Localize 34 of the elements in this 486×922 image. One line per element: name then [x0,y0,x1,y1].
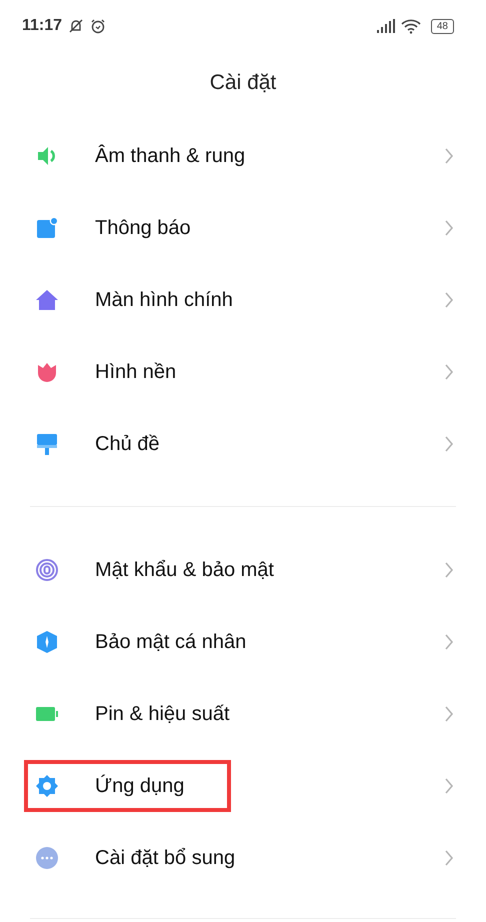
settings-item[interactable]: Bảo mật cá nhân [0,606,486,678]
shield-icon [35,630,59,654]
notification-icon [35,216,59,240]
status-time: 11:17 [22,17,62,35]
chevron-right-icon [444,291,454,309]
chevron-right-icon [444,633,454,651]
muted-bell-icon [68,18,84,34]
settings-item[interactable]: Hình nền [0,336,486,408]
settings-item[interactable]: Âm thanh & rung [0,120,486,192]
alarm-clock-icon [90,18,106,34]
chevron-right-icon [444,705,454,723]
chevron-right-icon [444,849,454,867]
chevron-right-icon [444,777,454,795]
chevron-right-icon [444,219,454,237]
settings-item[interactable]: Ứng dụng [0,750,486,822]
gear-icon [35,774,59,798]
settings-item[interactable]: Chủ đề [0,408,486,480]
settings-item[interactable]: Thông báo [0,192,486,264]
page-title: Cài đặt [208,70,278,96]
settings-item[interactable]: Cài đặt bổ sung [0,822,486,894]
settings-item[interactable]: Pin & hiệu suất [0,678,486,750]
wifi-icon [400,18,421,34]
house-icon [35,288,59,312]
fingerprint-icon [35,558,59,582]
chevron-right-icon [444,147,454,165]
chevron-right-icon [444,435,454,453]
settings-item[interactable]: Mật khẩu & bảo mật [0,534,486,606]
chevron-right-icon [444,561,454,579]
chevron-right-icon [444,363,454,381]
paint-roller-icon [35,432,59,456]
settings-item[interactable]: Màn hình chính [0,264,486,336]
more-icon [35,846,59,870]
battery-indicator: 48 [430,18,454,34]
signal-icon [376,19,395,33]
